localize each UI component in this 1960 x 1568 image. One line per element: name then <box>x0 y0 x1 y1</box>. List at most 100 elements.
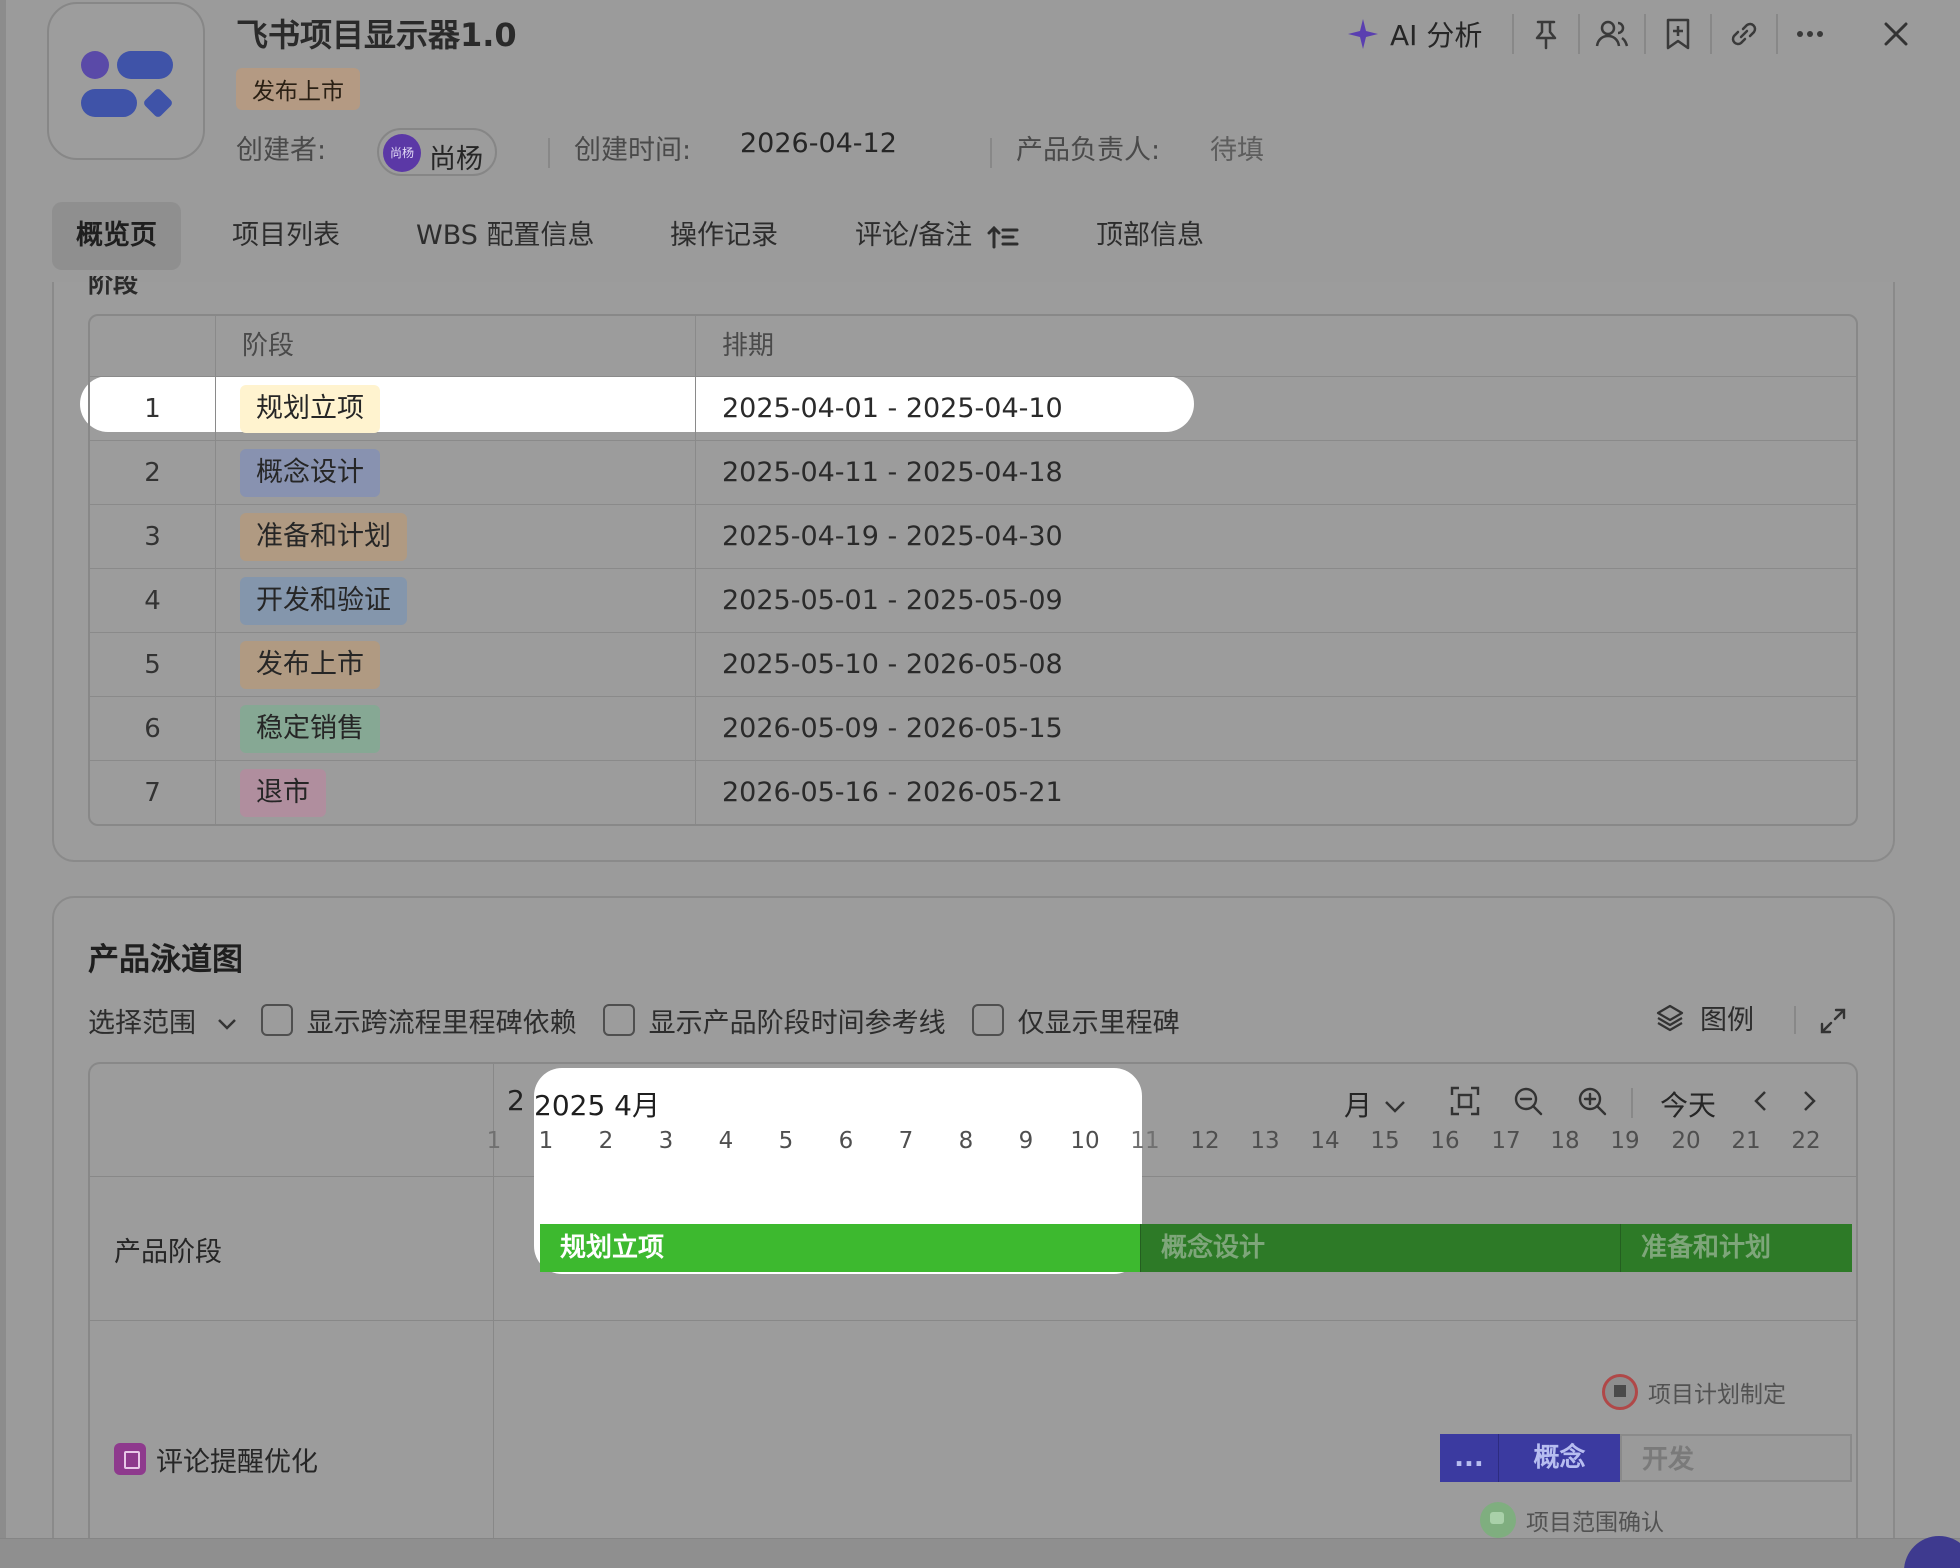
more-icon[interactable] <box>1790 14 1830 54</box>
toolbar-divider <box>1794 1006 1796 1034</box>
meta-divider <box>548 138 550 168</box>
day-tick-label: 21 <box>1731 1128 1761 1154</box>
close-icon[interactable] <box>1876 14 1916 54</box>
table-row[interactable]: 3 准备和计划 2025-04-19 - 2025-04-30 <box>90 504 1856 568</box>
table-row[interactable]: 6 稳定销售 2026-05-09 - 2026-05-15 <box>90 696 1856 760</box>
day-tick-label: 1 <box>538 1128 554 1154</box>
layers-icon <box>1656 1004 1684 1031</box>
schedule-cell: 2026-05-16 - 2026-05-21 <box>722 777 1063 808</box>
table-row[interactable]: 7 退市 2026-05-16 - 2026-05-21 <box>90 760 1856 824</box>
checkbox-milestones-only[interactable] <box>971 1004 1004 1036</box>
tab-project-list[interactable]: 项目列表 <box>208 202 364 270</box>
table-row[interactable]: 5 发布上市 2025-05-10 - 2026-05-08 <box>90 632 1856 696</box>
filter-label: 显示产品阶段时间参考线 <box>648 1007 946 1039</box>
day-tick-label: 4 <box>718 1128 734 1154</box>
roadmap-filters: 选择范围 显示跨流程里程碑依赖 显示产品阶段时间参考线 仅显示里程碑 <box>88 998 1180 1042</box>
previous-month-label: 2 <box>507 1084 525 1117</box>
day-tick-label: 17 <box>1491 1128 1521 1154</box>
zoom-in-icon[interactable] <box>1575 1084 1609 1118</box>
comment-icon <box>114 1443 146 1475</box>
range-select-label: 选择范围 <box>88 1007 196 1039</box>
ai-analysis-label: AI 分析 <box>1390 19 1483 52</box>
meta-divider <box>990 138 992 168</box>
link-icon[interactable] <box>1724 14 1764 54</box>
schedule-cell: 2025-04-01 - 2025-04-10 <box>722 393 1063 424</box>
row-index: 7 <box>90 761 216 824</box>
chat-icon <box>1480 1502 1516 1538</box>
row-index: 5 <box>90 633 216 696</box>
day-tick-label: 11 <box>1130 1128 1160 1154</box>
owner-value[interactable]: 待填 <box>1210 128 1264 167</box>
row-index: 2 <box>90 441 216 504</box>
table-row[interactable]: 4 开发和验证 2025-05-01 - 2025-05-09 <box>90 568 1856 632</box>
gantt-bar-concept-mini[interactable]: 概念 <box>1498 1434 1620 1482</box>
roadmap-title: 产品泳道图 <box>88 942 243 978</box>
schedule-cell: 2025-04-11 - 2025-04-18 <box>722 457 1063 488</box>
filter-label: 仅显示里程碑 <box>1017 1007 1180 1039</box>
bottom-status-bar <box>0 1538 1960 1568</box>
gantt-bar-concept[interactable]: 概念设计 <box>1140 1224 1620 1272</box>
index-header <box>90 316 216 376</box>
table-row[interactable]: 2 概念设计 2025-04-11 - 2025-04-18 <box>90 440 1856 504</box>
lane-label-product-stage: 产品阶段 <box>114 1237 222 1268</box>
day-tick-label: 19 <box>1610 1128 1640 1154</box>
milestone-label: 项目计划制定 <box>1648 1382 1786 1408</box>
tab-top-info[interactable]: 顶部信息 <box>1072 202 1228 270</box>
fit-view-icon[interactable] <box>1448 1084 1482 1118</box>
fullscreen-icon[interactable] <box>1816 1004 1850 1038</box>
created-time-label: 创建时间: <box>574 135 692 166</box>
gantt-bar-planning[interactable]: 规划立项 <box>540 1224 1140 1272</box>
project-app-icon <box>47 2 205 160</box>
tab-comments[interactable]: 评论/备注 <box>831 202 1043 270</box>
pin-icon[interactable] <box>1526 14 1566 54</box>
bookmark-icon[interactable] <box>1658 14 1698 54</box>
stage-chip: 退市 <box>240 769 326 817</box>
gantt-bar-preparation[interactable]: 准备和计划 <box>1620 1224 1852 1272</box>
legend-button[interactable]: 图例 <box>1654 998 1754 1037</box>
milestone-label: 项目范围确认 <box>1526 1510 1664 1536</box>
toolbar-divider <box>1644 14 1646 54</box>
checkbox-stage-reference[interactable] <box>602 1004 635 1036</box>
range-select[interactable]: 选择范围 <box>88 1001 241 1040</box>
day-tick-label: 8 <box>958 1128 974 1154</box>
row-index: 6 <box>90 697 216 760</box>
toolbar-divider <box>1631 1088 1633 1118</box>
tab-operation-log[interactable]: 操作记录 <box>646 202 802 270</box>
schedule-cell: 2026-05-09 - 2026-05-15 <box>722 713 1063 744</box>
day-tick-label: 15 <box>1370 1128 1400 1154</box>
chevron-right-icon[interactable] <box>1792 1084 1826 1118</box>
tab-wbs-config[interactable]: WBS 配置信息 <box>392 202 618 270</box>
toolbar-divider <box>1512 14 1514 54</box>
day-tick-label: 22 <box>1791 1128 1821 1154</box>
checkbox-cross-dependency[interactable] <box>260 1004 293 1036</box>
day-tick-label: 10 <box>1070 1128 1100 1154</box>
day-tick-label: 20 <box>1671 1128 1701 1154</box>
stages-heading: 阶段 <box>88 276 139 298</box>
stage-chip: 概念设计 <box>240 449 380 497</box>
tab-comments-label: 评论/备注 <box>855 220 973 251</box>
tab-overview[interactable]: 概览页 <box>52 202 181 270</box>
month-label: 2025 4月 <box>534 1089 660 1122</box>
day-tick-label: 6 <box>838 1128 854 1154</box>
zoom-out-icon[interactable] <box>1511 1084 1545 1118</box>
milestone-plan[interactable]: 项目计划制定 <box>1602 1374 1786 1410</box>
day-tick-label: 14 <box>1310 1128 1340 1154</box>
ai-analysis-button[interactable]: AI 分析 <box>1346 14 1482 54</box>
day-tick-label: 5 <box>778 1128 794 1154</box>
project-title: 飞书项目显示器1.0 <box>236 16 517 54</box>
gantt-bar-dev-mini[interactable]: 开发 <box>1620 1434 1852 1482</box>
day-tick-label: 1 <box>486 1128 502 1154</box>
view-mode-label: 月 <box>1344 1089 1373 1122</box>
gantt-bar-collapsed[interactable]: ... <box>1440 1434 1498 1482</box>
stages-table: 阶段 排期 1 规划立项 2025-04-01 - 2025-04-10 2 概… <box>88 314 1858 826</box>
current-stage-tag[interactable]: 发布上市 <box>236 68 360 110</box>
view-mode-select[interactable]: 月 <box>1344 1084 1409 1124</box>
creator-chip[interactable]: 尚杨 尚杨 <box>377 128 497 176</box>
chevron-left-icon[interactable] <box>1744 1084 1778 1118</box>
toolbar-divider <box>1776 14 1778 54</box>
today-button[interactable]: 今天 <box>1660 1084 1716 1124</box>
filter-label: 显示跨流程里程碑依赖 <box>306 1007 577 1039</box>
members-icon[interactable] <box>1592 14 1632 54</box>
milestone-scope[interactable]: 项目范围确认 <box>1480 1502 1664 1538</box>
table-row[interactable]: 1 规划立项 2025-04-01 - 2025-04-10 <box>90 376 1856 440</box>
